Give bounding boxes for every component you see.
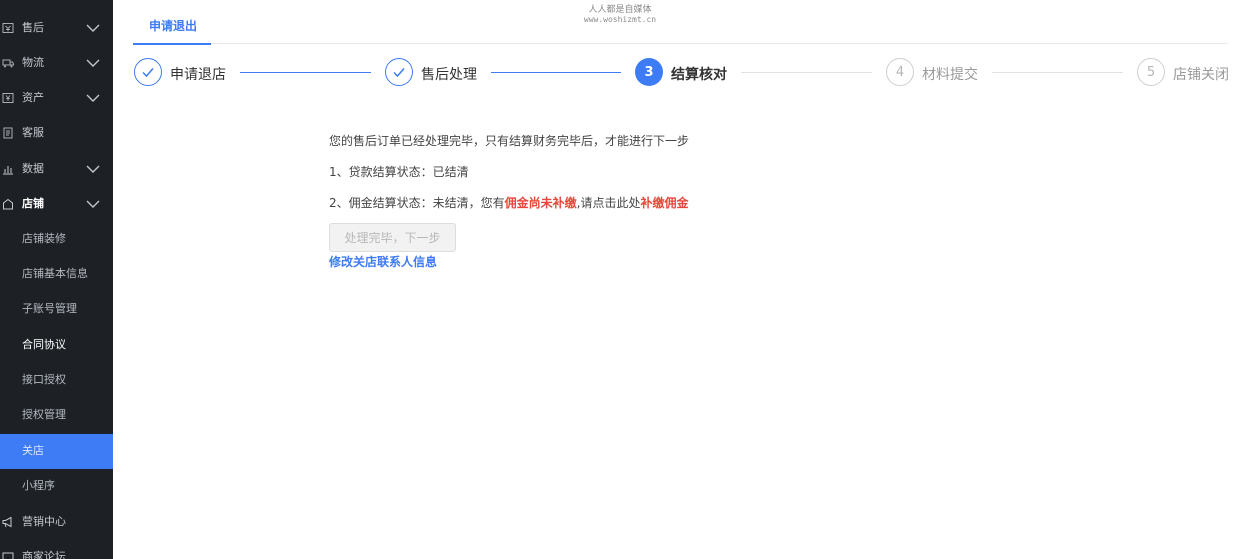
sidebar-item-label: 客服	[22, 126, 44, 139]
sidebar-subitem-label: 子账号管理	[22, 302, 77, 315]
sidebar-item-aftersale[interactable]: 售后	[0, 11, 113, 46]
sidebar-item-marketing[interactable]: 营销中心	[0, 505, 113, 540]
store-icon	[2, 198, 14, 210]
chevron-down-icon	[86, 93, 100, 103]
step-label: 售后处理	[421, 67, 477, 83]
sidebar-item-data[interactable]: 数据	[0, 152, 113, 187]
sidebar-item-label: 资产	[22, 91, 44, 104]
sidebar-item-label: 店铺	[22, 197, 44, 210]
sidebar-subitem-label: 接口授权	[22, 373, 66, 386]
sidebar-item-label: 数据	[22, 162, 44, 175]
sidebar-subitem-store-info[interactable]: 店铺基本信息	[0, 257, 113, 292]
commission-settlement-status: 2、佣金结算状态：未结清，您有佣金尚未补缴,请点击此处补缴佣金	[329, 194, 689, 211]
sidebar-item-store[interactable]: 店铺	[0, 187, 113, 222]
sidebar-subitem-contracts[interactable]: 合同协议	[0, 328, 113, 363]
check-icon	[385, 58, 413, 86]
sidebar-subitem-label: 小程序	[22, 479, 55, 492]
sidebar-subitem-label: 授权管理	[22, 408, 66, 421]
sidebar-subitem-label: 关店	[22, 444, 44, 457]
sidebar-item-label: 物流	[22, 56, 44, 69]
step-connector	[992, 72, 1123, 73]
yen-icon	[2, 92, 14, 104]
sidebar-item-assets[interactable]: 资产	[0, 81, 113, 116]
sidebar-subitem-close-store[interactable]: 关店	[0, 434, 113, 469]
intro-text: 您的售后订单已经处理完毕，只有结算财务完毕后，才能进行下一步	[329, 134, 690, 148]
forum-icon	[2, 551, 14, 559]
document-icon	[2, 127, 14, 139]
chevron-down-icon	[86, 23, 100, 33]
sidebar-subitem-subaccounts[interactable]: 子账号管理	[0, 292, 113, 327]
commission-unpaid-text: 佣金尚未补缴	[504, 196, 577, 210]
commission-status-label: 2、佣金结算状态：未结清，您有	[329, 196, 505, 210]
sidebar-subitem-auth-management[interactable]: 授权管理	[0, 398, 113, 433]
step-label: 材料提交	[922, 67, 978, 83]
sidebar-item-label: 售后	[22, 21, 44, 34]
sidebar-item-forum[interactable]: 商家论坛	[0, 540, 113, 559]
edit-contact-link[interactable]: 修改关店联系人信息	[329, 253, 437, 270]
truck-icon	[2, 57, 14, 69]
loan-settlement-status: 1、贷款结算状态：已结清	[329, 163, 469, 180]
chevron-up-icon	[86, 199, 100, 209]
sidebar-subitem-mini-program[interactable]: 小程序	[0, 469, 113, 504]
sidebar: 售后 物流 资产 客服 数据 店铺 店铺装修 店铺基本信息 子账号管理 合同协议…	[0, 0, 113, 559]
megaphone-icon	[2, 516, 14, 528]
loan-status-value: 已结清	[432, 165, 469, 179]
check-icon	[134, 58, 162, 86]
tab-label: 申请退出	[149, 19, 198, 33]
step-number: 4	[886, 58, 914, 86]
chevron-down-icon	[86, 164, 100, 174]
bar-chart-icon	[2, 163, 14, 175]
step-number: 3	[635, 58, 663, 86]
step-number: 5	[1137, 58, 1165, 86]
step-label: 店铺关闭	[1173, 67, 1229, 83]
sidebar-subitem-api-auth[interactable]: 接口授权	[0, 363, 113, 398]
step-label: 申请退店	[170, 67, 226, 83]
tab-apply-exit[interactable]: 申请退出	[133, 0, 211, 45]
step-connector	[741, 72, 872, 73]
step-label: 结算核对	[671, 67, 727, 83]
loan-status-label: 1、贷款结算状态：	[329, 165, 433, 179]
step-connector	[240, 72, 371, 73]
step-connector	[491, 72, 621, 73]
tab-bar: 申请退出	[133, 0, 1228, 45]
tab-underline	[133, 43, 211, 45]
pay-commission-link[interactable]: 补缴佣金	[640, 196, 688, 210]
sidebar-divider	[0, 0, 113, 6]
chevron-down-icon	[86, 58, 100, 68]
commission-instruction: ,请点击此处	[576, 196, 641, 210]
sidebar-subitem-store-decoration[interactable]: 店铺装修	[0, 222, 113, 257]
aftersale-icon	[2, 22, 14, 34]
sidebar-subitem-label: 店铺装修	[22, 232, 66, 245]
sidebar-item-logistics[interactable]: 物流	[0, 46, 113, 81]
next-step-button[interactable]: 处理完毕，下一步	[329, 223, 456, 252]
sidebar-subitem-label: 店铺基本信息	[22, 267, 88, 280]
sidebar-item-label: 营销中心	[22, 515, 66, 528]
sidebar-item-label: 商家论坛	[22, 550, 66, 559]
sidebar-item-service[interactable]: 客服	[0, 116, 113, 151]
sidebar-subitem-label: 合同协议	[22, 338, 66, 351]
